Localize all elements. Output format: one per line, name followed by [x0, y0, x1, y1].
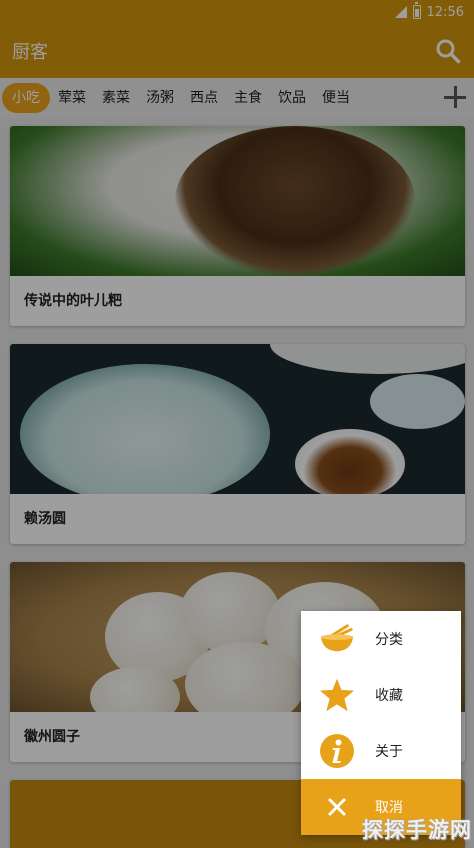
star-icon [319, 677, 355, 713]
watermark: 探探手游网 [362, 818, 472, 842]
menu-item-favorites[interactable]: 收藏 [301, 667, 461, 723]
close-icon [319, 789, 355, 825]
menu-item-about[interactable]: 关于 [301, 723, 461, 779]
menu-item-label: 分类 [375, 632, 403, 648]
bowl-icon [319, 621, 355, 657]
menu-item-category[interactable]: 分类 [301, 611, 461, 667]
menu-item-label: 收藏 [375, 688, 403, 704]
popup-menu: 分类 收藏 关于 取消 [301, 611, 461, 835]
menu-item-label: 关于 [375, 744, 403, 760]
info-icon [319, 733, 355, 769]
